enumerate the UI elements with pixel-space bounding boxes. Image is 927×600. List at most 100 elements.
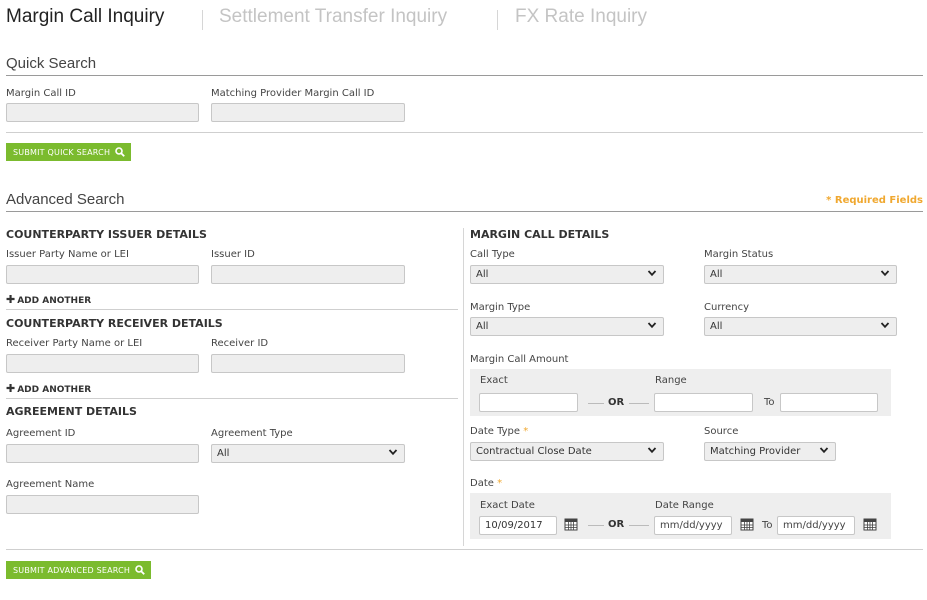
or-dash [588, 403, 604, 404]
exact-date-label: Exact Date [480, 500, 535, 511]
matching-provider-label: Matching Provider Margin Call ID [211, 88, 375, 99]
agreement-type-select[interactable]: All [211, 444, 405, 463]
agreement-name-label: Agreement Name [6, 479, 95, 490]
add-another-label: ADD ANOTHER [17, 296, 92, 306]
tab-settlement-transfer-inquiry[interactable]: Settlement Transfer Inquiry [219, 6, 447, 28]
plus-icon: ✚ [6, 293, 16, 306]
advanced-search-title: Advanced Search [6, 191, 125, 208]
agreement-details-heading: AGREEMENT DETAILS [6, 405, 137, 418]
margin-call-amount-label: Margin Call Amount [470, 354, 569, 365]
exact-amount-input[interactable] [479, 393, 578, 412]
chevron-down-icon [388, 449, 398, 456]
source-label: Source [704, 426, 739, 437]
currency-label: Currency [704, 302, 750, 313]
tab-margin-call-inquiry[interactable]: Margin Call Inquiry [6, 6, 164, 28]
margin-call-id-label: Margin Call ID [6, 88, 76, 99]
receiver-id-input[interactable] [211, 354, 405, 373]
add-another-label: ADD ANOTHER [17, 385, 92, 395]
submit-advanced-search-label: SUBMIT ADVANCED SEARCH [13, 565, 131, 575]
or-dash [588, 525, 604, 526]
chevron-down-icon [647, 270, 657, 277]
date-label-text: Date [470, 478, 494, 489]
issuer-id-input[interactable] [211, 265, 405, 284]
chevron-down-icon [647, 322, 657, 329]
submit-quick-search-label: SUBMIT QUICK SEARCH [13, 147, 111, 157]
quick-search-title: Quick Search [6, 55, 97, 72]
chevron-down-icon [880, 322, 890, 329]
submit-advanced-search-button[interactable]: SUBMIT ADVANCED SEARCH [6, 561, 152, 579]
receiver-details-heading: COUNTERPARTY RECEIVER DETAILS [6, 317, 223, 330]
date-type-value: Contractual Close Date [476, 446, 592, 457]
divider [6, 398, 458, 399]
search-icon [115, 147, 126, 157]
date-label: Date * [470, 478, 502, 489]
margin-status-select[interactable]: All [704, 265, 897, 284]
range-label: Range [655, 375, 687, 386]
calendar-icon[interactable] [863, 517, 877, 531]
issuer-id-label: Issuer ID [211, 249, 255, 260]
margin-status-value: All [710, 269, 723, 280]
date-type-label: Date Type * [470, 426, 528, 437]
column-divider [463, 228, 464, 546]
or-dash [629, 403, 649, 404]
range-to-input[interactable] [780, 393, 878, 412]
date-range-to-label: To [762, 520, 773, 531]
margin-type-select[interactable]: All [470, 317, 664, 336]
margin-status-label: Margin Status [704, 249, 774, 260]
agreement-name-input[interactable] [6, 495, 199, 514]
call-type-select[interactable]: All [470, 265, 664, 284]
issuer-add-another-link[interactable]: ✚ ADD ANOTHER [6, 293, 91, 306]
required-star: * [523, 426, 529, 437]
source-value: Matching Provider [710, 446, 801, 457]
currency-select[interactable]: All [704, 317, 897, 336]
range-to-label: To [764, 397, 775, 408]
agreement-type-value: All [217, 448, 230, 459]
exact-date-input[interactable]: 10/09/2017 [479, 516, 557, 535]
exact-amount-label: Exact [480, 375, 508, 386]
tab-separator [202, 10, 203, 30]
tab-separator [497, 10, 498, 30]
calendar-icon[interactable] [740, 517, 754, 531]
or-label: OR [608, 397, 625, 408]
receiver-id-label: Receiver ID [211, 338, 269, 349]
call-type-label: Call Type [470, 249, 515, 260]
agreement-id-input[interactable] [6, 444, 199, 463]
date-type-label-text: Date Type [470, 426, 521, 437]
chevron-down-icon [819, 447, 829, 454]
issuer-details-heading: COUNTERPARTY ISSUER DETAILS [6, 228, 207, 241]
margin-type-value: All [476, 321, 489, 332]
required-star: * [497, 478, 503, 489]
divider [6, 309, 458, 310]
divider [6, 75, 923, 76]
agreement-type-label: Agreement Type [211, 428, 293, 439]
or-label: OR [608, 519, 625, 530]
date-range-to-input[interactable]: mm/dd/yyyy [777, 516, 855, 535]
issuer-party-label: Issuer Party Name or LEI [6, 249, 129, 260]
chevron-down-icon [647, 447, 657, 454]
divider [6, 132, 923, 133]
receiver-party-label: Receiver Party Name or LEI [6, 338, 143, 349]
range-from-input[interactable] [654, 393, 753, 412]
calendar-icon[interactable] [564, 517, 578, 531]
receiver-add-another-link[interactable]: ✚ ADD ANOTHER [6, 382, 91, 395]
issuer-party-input[interactable] [6, 265, 199, 284]
required-fields-note: * Required Fields [826, 195, 923, 206]
date-range-from-input[interactable]: mm/dd/yyyy [654, 516, 732, 535]
submit-quick-search-button[interactable]: SUBMIT QUICK SEARCH [6, 143, 132, 161]
divider [6, 549, 923, 550]
source-select[interactable]: Matching Provider [704, 442, 836, 461]
or-dash [629, 525, 649, 526]
margin-type-label: Margin Type [470, 302, 531, 313]
margin-call-id-input[interactable] [6, 103, 199, 122]
date-type-select[interactable]: Contractual Close Date [470, 442, 664, 461]
margin-call-details-heading: MARGIN CALL DETAILS [470, 228, 610, 241]
tab-fx-rate-inquiry[interactable]: FX Rate Inquiry [515, 6, 647, 28]
matching-provider-margin-call-id-input[interactable] [211, 103, 405, 122]
agreement-id-label: Agreement ID [6, 428, 76, 439]
call-type-value: All [476, 269, 489, 280]
currency-value: All [710, 321, 723, 332]
receiver-party-input[interactable] [6, 354, 199, 373]
search-icon [135, 565, 145, 575]
divider [6, 211, 923, 212]
plus-icon: ✚ [6, 382, 16, 395]
